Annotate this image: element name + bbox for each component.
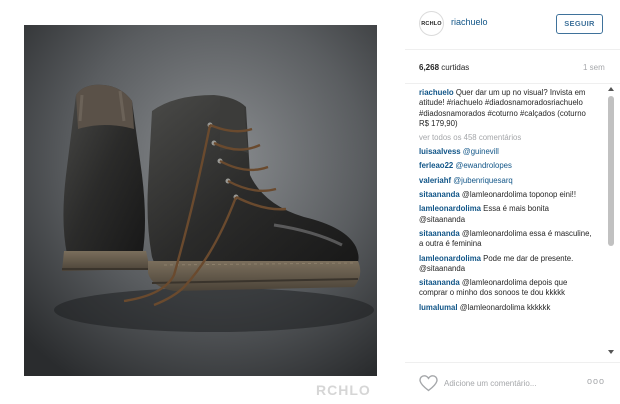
comment-text: @ewandrolopes (455, 161, 512, 171)
heart-icon[interactable] (419, 375, 438, 392)
brand-watermark: RCHLO (316, 382, 371, 398)
post-caption: riachuelo Quer dar um up no visual? Invi… (419, 88, 597, 129)
likes-label: curtidas (441, 63, 470, 72)
post-sidebar: RCHLO riachuelo SEGUIR 6,268 curtidas 1 … (405, 0, 620, 404)
comment-item: lumalumal @lamleonardolima kkkkkk (419, 303, 597, 313)
more-options-icon[interactable]: ooo (587, 376, 605, 386)
post-footer: ooo (405, 362, 620, 404)
comment-username[interactable]: sitaananda (419, 278, 460, 287)
comment-item: sitaananda @lamleonardolima toponop eini… (419, 190, 597, 200)
comment-username[interactable]: ferleao22 (419, 161, 453, 170)
boots-image (24, 25, 377, 376)
comment-item: luisaalvess @guinevill (419, 147, 597, 157)
comment-item: valeriahf @jubenriquesarq (419, 176, 597, 186)
comment-item: sitaananda @lamleonardolima depois que c… (419, 278, 597, 299)
comment-item: sitaananda @lamleonardolima essa é mascu… (419, 229, 597, 250)
caption-username[interactable]: riachuelo (419, 88, 454, 97)
add-comment-input[interactable] (444, 376, 584, 390)
comment-item: ferleao22 @ewandrolopes (419, 161, 597, 171)
post-modal: RCHLO RCHLO riachuelo SEGUIR 6,268 curti… (0, 0, 620, 404)
view-all-comments-link[interactable]: ver todos os 458 comentários (419, 133, 605, 143)
comment-username[interactable]: lamleonardolima (419, 254, 481, 263)
comment-list[interactable]: riachuelo Quer dar um up no visual? Invi… (405, 84, 605, 358)
comment-text: @lamleonardolima toponop eini!! (461, 190, 577, 200)
follow-button[interactable]: SEGUIR (556, 14, 603, 34)
scroll-down-arrow-icon[interactable] (608, 350, 614, 354)
avatar-logo-text: RCHLO (421, 20, 442, 27)
comment-text: @lamleonardolima kkkkkk (459, 302, 551, 312)
likes-count[interactable]: 6,268 curtidas (419, 63, 469, 72)
comment-username[interactable]: valeriahf (419, 176, 451, 185)
post-header: RCHLO riachuelo SEGUIR (405, 0, 620, 50)
comment-username[interactable]: lamleonardolima (419, 204, 481, 213)
comment-username[interactable]: sitaananda (419, 229, 460, 238)
comments-scrollbar[interactable] (606, 84, 616, 358)
comment-text: @jubenriquesarq (453, 175, 513, 185)
username-link[interactable]: riachuelo (451, 17, 488, 27)
comment-username[interactable]: luisaalvess (419, 147, 461, 156)
comment-username[interactable]: sitaananda (419, 190, 460, 199)
avatar[interactable]: RCHLO (419, 11, 444, 36)
comment-item: lamleonardolima Pode me dar de presente.… (419, 254, 597, 275)
post-timestamp[interactable]: 1 sem (583, 63, 605, 72)
post-stats: 6,268 curtidas 1 sem (405, 50, 620, 84)
comment-item: lamleonardolima Essa é mais bonita @sita… (419, 204, 597, 225)
comment-text: @guinevill (462, 147, 499, 157)
scroll-up-arrow-icon[interactable] (608, 87, 614, 91)
post-photo[interactable] (24, 25, 377, 376)
comment-username[interactable]: lumalumal (419, 303, 458, 312)
scrollbar-thumb[interactable] (608, 96, 614, 246)
likes-number: 6,268 (419, 63, 440, 72)
